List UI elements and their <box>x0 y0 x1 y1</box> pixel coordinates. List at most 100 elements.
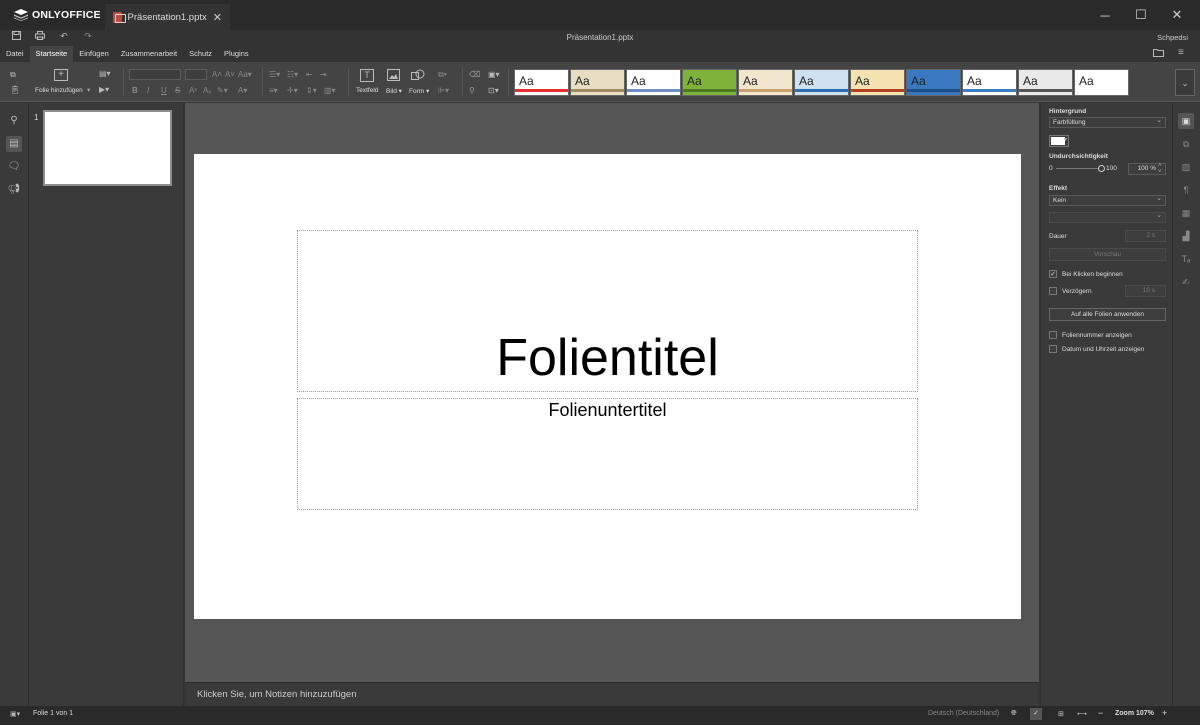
theme-thumbnail[interactable]: Aa <box>1018 69 1073 96</box>
spell-check-icon[interactable]: ✓ <box>1030 708 1042 720</box>
close-window-button[interactable]: ✕ <box>1170 7 1184 22</box>
bullet-list-icon[interactable]: ☰▾ <box>269 70 280 79</box>
add-slide-button[interactable]: Folie hinzufügen <box>35 87 83 94</box>
language-label[interactable]: Deutsch (Deutschland) <box>928 710 999 717</box>
close-tab-icon[interactable]: ✕ <box>213 11 222 24</box>
table-settings-icon[interactable]: ▦ <box>1178 205 1194 221</box>
shape-icon[interactable] <box>411 69 425 83</box>
opacity-slider-track[interactable] <box>1056 168 1102 169</box>
vertical-align-icon[interactable]: ✛▾ <box>287 86 298 95</box>
font-color-icon[interactable]: A▾ <box>238 86 247 95</box>
arrange-icon[interactable]: ⧉▾ <box>438 70 447 80</box>
copy-style-icon[interactable]: ⚲ <box>469 86 475 95</box>
tab-schutz[interactable]: Schutz <box>183 46 218 62</box>
zoom-level[interactable]: Zoom 107% <box>1115 710 1154 717</box>
opacity-slider-thumb[interactable] <box>1098 165 1105 172</box>
preview-button[interactable]: Vorschau <box>1049 248 1166 261</box>
fit-width-icon[interactable]: ⟷ <box>1077 710 1087 718</box>
theme-thumbnail[interactable]: Aa <box>514 69 569 96</box>
align-left-icon[interactable]: ≡▾ <box>269 86 278 95</box>
textfield-icon[interactable]: T <box>360 69 374 82</box>
image-icon[interactable] <box>387 69 400 83</box>
columns-icon[interactable]: ▥▾ <box>324 86 336 95</box>
decrease-indent-icon[interactable]: ⇤ <box>306 70 313 79</box>
slide-title[interactable]: Folientitel <box>297 328 918 388</box>
subscript-icon[interactable]: Aₓ <box>203 86 211 95</box>
zoom-in-button[interactable]: + <box>1162 708 1167 718</box>
change-case-icon[interactable]: Aa▾ <box>238 70 252 79</box>
theme-thumbnail[interactable]: Aa <box>570 69 625 96</box>
slideshow-play-icon[interactable]: ▣▾ <box>10 710 20 718</box>
underline-icon[interactable]: U <box>161 86 167 95</box>
delay-checkbox[interactable] <box>1049 287 1057 295</box>
theme-thumbnail[interactable]: Aa <box>626 69 681 96</box>
font-name-select[interactable] <box>129 69 181 80</box>
image-button[interactable]: Bild ▾ <box>386 87 402 95</box>
strikethrough-icon[interactable]: S <box>175 86 180 95</box>
feedback-icon[interactable]: 📢︎ <box>6 182 22 198</box>
theme-thumbnail[interactable]: Aa <box>962 69 1017 96</box>
paragraph-settings-icon[interactable]: ¶ <box>1178 182 1194 198</box>
theme-thumbnail[interactable]: Aa <box>850 69 905 96</box>
theme-thumbnail[interactable]: Aa <box>906 69 961 96</box>
slide-thumbnail[interactable] <box>43 110 172 186</box>
maximize-button[interactable]: ☐ <box>1134 7 1148 22</box>
theme-thumbnail[interactable]: Aa <box>738 69 793 96</box>
paste-icon[interactable]: 📋︎ <box>10 85 20 94</box>
delay-input[interactable]: 10 s <box>1125 285 1166 297</box>
slide-settings-icon[interactable]: ▣ <box>1178 113 1194 129</box>
minimize-button[interactable]: ─ <box>1098 8 1112 23</box>
user-name[interactable]: Schpedsi <box>1157 33 1188 42</box>
effect-type-select[interactable] <box>1049 211 1166 223</box>
slide-subtitle[interactable]: Folienuntertitel <box>297 400 918 421</box>
italic-icon[interactable]: I <box>147 86 149 95</box>
slide-number-checkbox[interactable] <box>1049 331 1057 339</box>
copy-icon[interactable]: ⧉ <box>10 70 16 80</box>
line-spacing-icon[interactable]: ⇕▾ <box>306 86 317 95</box>
increase-indent-icon[interactable]: ⇥ <box>320 70 327 79</box>
duration-input[interactable]: 2 s <box>1125 230 1166 242</box>
on-click-checkbox[interactable]: ✓ <box>1049 270 1057 278</box>
start-slideshow-icon[interactable]: ▶▾ <box>99 85 109 94</box>
theme-thumbnail[interactable]: Aa <box>682 69 737 96</box>
add-slide-icon[interactable]: + <box>54 69 68 81</box>
clear-style-icon[interactable]: ⌫ <box>469 70 480 79</box>
theme-thumbnail[interactable]: Aa <box>794 69 849 96</box>
open-file-location-icon[interactable] <box>1153 48 1165 60</box>
zoom-out-button[interactable]: − <box>1098 708 1103 718</box>
signature-settings-icon[interactable]: ✍︎ <box>1178 274 1194 290</box>
add-slide-dropdown-icon[interactable]: ▾ <box>87 86 90 94</box>
superscript-icon[interactable]: Aˣ <box>189 86 197 95</box>
tab-zusammenarbeit[interactable]: Zusammenarbeit <box>115 46 183 62</box>
search-icon[interactable]: ⚲ <box>6 113 22 129</box>
theme-thumbnail[interactable]: Aa <box>1074 69 1129 96</box>
fill-color-picker[interactable]: ▾ <box>1049 135 1069 147</box>
align-objects-icon[interactable]: ⊫▾ <box>438 86 449 95</box>
shape-button[interactable]: Form ▾ <box>409 87 429 95</box>
image-settings-icon[interactable]: ▨ <box>1178 159 1194 175</box>
slide-size-icon[interactable]: ⊡▾ <box>488 86 499 95</box>
tab-startseite[interactable]: Startseite <box>29 46 74 62</box>
chart-settings-icon[interactable]: ▟ <box>1178 228 1194 244</box>
shape-settings-icon[interactable]: ⧉ <box>1178 136 1194 152</box>
bold-icon[interactable]: B <box>132 86 138 95</box>
slides-panel-icon[interactable]: ▤ <box>6 136 22 152</box>
textfield-button[interactable]: Textfeld <box>356 87 378 94</box>
theme-gallery-more-icon[interactable]: ⌄ <box>1175 69 1195 96</box>
document-tab[interactable]: Präsentation1.pptx ✕ <box>105 4 230 30</box>
decrease-font-icon[interactable]: A˅ <box>225 70 235 79</box>
comments-icon[interactable]: 🗨︎ <box>6 159 22 175</box>
fit-slide-icon[interactable]: ⊞ <box>1058 710 1064 718</box>
numbered-list-icon[interactable]: ☷▾ <box>287 70 298 79</box>
font-size-select[interactable] <box>185 69 207 80</box>
notes-area[interactable]: Klicken Sie, um Notizen hinzuzufügen <box>185 682 1039 706</box>
color-scheme-icon[interactable]: ▣▾ <box>488 70 500 79</box>
tab-einfuegen[interactable]: Einfügen <box>73 46 115 62</box>
apply-to-all-slides-button[interactable]: Auf alle Folien anwenden <box>1049 308 1166 321</box>
tab-plugins[interactable]: Plugins <box>218 46 255 62</box>
language-globe-icon[interactable]: 🌐︎ <box>1011 710 1017 718</box>
highlight-color-icon[interactable]: ✎▾ <box>217 86 228 95</box>
opacity-spinner-icon[interactable]: ˄ ˅ <box>1158 163 1162 175</box>
hamburger-menu-icon[interactable]: ≡ <box>1178 47 1184 58</box>
text-art-settings-icon[interactable]: Tₐ <box>1178 251 1194 267</box>
